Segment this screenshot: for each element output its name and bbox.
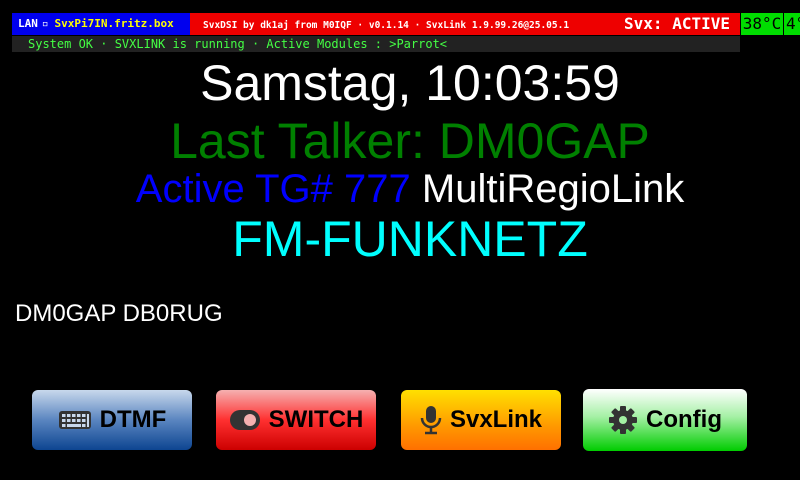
temperature: 38°C [741,13,783,35]
gear-icon [608,405,638,435]
svxlink-label: SvxLink [449,406,543,433]
top-bar: LAN ▫ SvxPi7IN.fritz.box SvxDSI by dk1aj f… [12,13,800,35]
last-talker: Last Talker: DM0GAP [170,113,650,169]
config-button[interactable]: Config [583,389,747,451]
status-bar: System OK · SVXLINK is running · Active … [12,36,740,52]
toggle-icon [229,409,261,431]
version-text: SvxDSI by dk1aj from M0IQF · v0.1.14 · S… [203,20,570,31]
active-talkgroup: Active TG# 777 MultiRegioLink [0,167,800,211]
network-icon: ▫ [41,17,49,30]
callsign-list: DM0GAP DB0RUG [15,300,223,327]
lan-status: LAN ▫ SvxPi7IN.fritz.box [12,13,190,35]
microphone-icon [420,405,442,435]
lan-label: LAN [18,17,38,30]
date-time: Samstag, 10:03:59 [200,55,620,111]
keyboard-icon [58,408,92,432]
config-label: Config [646,406,722,433]
network-name: FM-FUNKNETZ [232,211,588,267]
dtmf-button[interactable]: DTMF [32,390,192,450]
svx-status: Svx: ACTIVE [624,14,730,33]
status-text: System OK · SVXLINK is running · Active … [28,37,448,51]
svxlink-button[interactable]: SvxLink [401,390,561,450]
extra-temperature: 4° [784,13,800,35]
version-bar: SvxDSI by dk1aj from M0IQF · v0.1.14 · S… [190,13,740,35]
talkgroup-number: Active TG# 777 [135,167,411,211]
dtmf-label: DTMF [99,406,167,433]
hostname: SvxPi7IN.fritz.box [54,17,174,30]
switch-button[interactable]: SWITCH [216,390,376,450]
talkgroup-name: MultiRegioLink [421,167,685,211]
switch-label: SWITCH [268,406,364,433]
